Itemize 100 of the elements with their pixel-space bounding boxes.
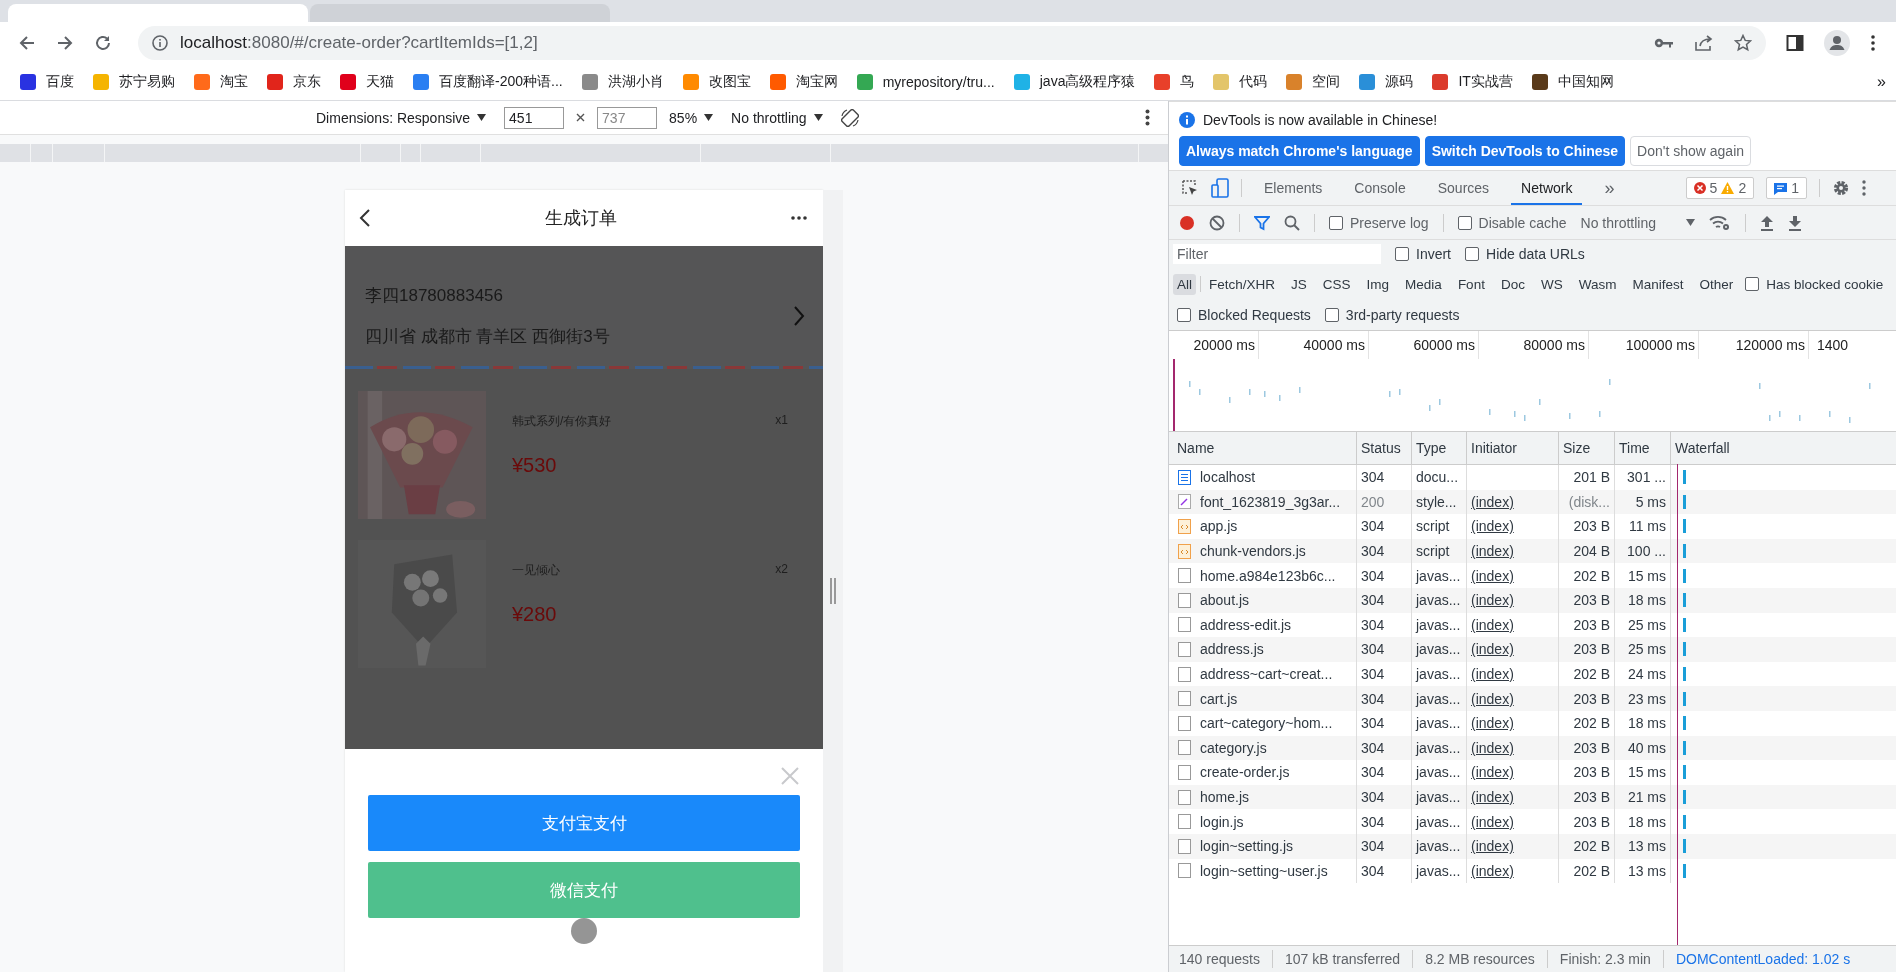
zoom-dropdown[interactable]: 85% (669, 109, 714, 126)
throttling-dropdown[interactable]: No throttling (1580, 214, 1695, 231)
initiator-link[interactable]: (index) (1471, 592, 1514, 609)
type-filter[interactable]: Manifest (1628, 273, 1688, 295)
type-filter[interactable]: Wasm (1574, 273, 1621, 295)
initiator-link[interactable]: (index) (1471, 641, 1514, 658)
bookmark[interactable]: 淘宝网 (769, 73, 838, 91)
checkbox[interactable]: Blocked Requests (1177, 307, 1311, 323)
file-name[interactable]: category.js (1200, 739, 1267, 756)
resize-handle-icon[interactable] (830, 578, 836, 604)
column-header[interactable]: Time (1615, 432, 1671, 464)
messages-counter[interactable]: 1 (1766, 177, 1807, 199)
checkbox[interactable]: Preserve log (1329, 214, 1429, 231)
type-filter[interactable]: All (1173, 273, 1196, 295)
initiator-link[interactable]: (index) (1471, 567, 1514, 584)
file-name[interactable]: login~setting.js (1200, 838, 1293, 855)
more-bookmarks-button[interactable]: » (1877, 73, 1886, 91)
type-filter[interactable]: Other (1695, 273, 1738, 295)
initiator-link[interactable]: (index) (1471, 764, 1514, 781)
forward-icon[interactable] (56, 34, 74, 52)
filter-field[interactable]: Filter (1173, 244, 1381, 264)
initiator-link[interactable]: (index) (1471, 666, 1514, 683)
type-filter[interactable]: Img (1362, 273, 1394, 295)
menu-icon[interactable] (1870, 34, 1876, 52)
bookmark[interactable]: 空间 (1286, 73, 1341, 91)
key-icon[interactable] (1654, 36, 1674, 50)
checkbox[interactable]: Invert (1395, 246, 1451, 262)
reload-icon[interactable] (94, 34, 112, 52)
column-header[interactable]: Initiator (1467, 432, 1559, 464)
initiator-link[interactable]: (index) (1471, 813, 1514, 830)
file-name[interactable]: font_1623819_3g3ar... (1200, 493, 1341, 510)
bookmark[interactable]: 天猫 (340, 73, 394, 91)
settings-icon[interactable] (1832, 179, 1850, 197)
panel-tab[interactable]: Console (1344, 171, 1416, 205)
bookmark[interactable]: 洪湖小肖 (581, 73, 664, 91)
bookmark[interactable]: 代码 (1213, 73, 1268, 91)
width-field[interactable]: 451 (504, 106, 565, 129)
pay-button[interactable]: 支付宝支付 (368, 795, 800, 851)
panel-tab[interactable]: Sources (1427, 171, 1500, 205)
more-tabs-button[interactable]: » (1594, 171, 1625, 205)
banner-button[interactable]: Always match Chrome's language (1179, 136, 1420, 166)
checkbox[interactable]: Hide data URLs (1465, 246, 1585, 262)
file-name[interactable]: cart~category~hom... (1200, 715, 1333, 732)
column-header[interactable]: Size (1559, 432, 1615, 464)
issues-counter[interactable]: 5 2 (1685, 177, 1755, 199)
initiator-link[interactable]: (index) (1471, 616, 1514, 633)
type-filter[interactable]: Fetch/XHR (1205, 273, 1280, 295)
download-icon[interactable] (1788, 214, 1802, 231)
type-filter[interactable]: Font (1453, 273, 1489, 295)
filter-icon[interactable] (1254, 214, 1270, 231)
banner-button[interactable]: Switch DevTools to Chinese (1424, 136, 1626, 166)
height-field[interactable]: 737 (597, 106, 658, 129)
column-header[interactable]: Waterfall (1671, 432, 1896, 464)
file-name[interactable]: create-order.js (1200, 764, 1290, 781)
initiator-link[interactable]: (index) (1471, 493, 1514, 510)
inspect-icon[interactable] (1181, 179, 1199, 197)
file-name[interactable]: cart.js (1200, 690, 1238, 707)
dimensions-dropdown[interactable]: Dimensions: Responsive (316, 109, 487, 126)
initiator-link[interactable]: (index) (1471, 739, 1514, 756)
file-name[interactable]: address.js (1200, 641, 1264, 658)
more-icon[interactable] (791, 216, 807, 220)
bookmark[interactable]: 淘宝 (194, 73, 248, 91)
file-name[interactable]: app.js (1200, 518, 1238, 535)
initiator-link[interactable]: (index) (1471, 789, 1514, 805)
column-header[interactable]: Type (1412, 432, 1467, 464)
initiator-link[interactable]: (index) (1471, 715, 1514, 732)
bookmark[interactable]: java高级程序猿 (1013, 73, 1136, 91)
type-filter[interactable]: Doc (1496, 273, 1529, 295)
type-filter[interactable]: WS (1536, 273, 1567, 295)
column-header[interactable]: Name (1169, 432, 1357, 464)
more-options-icon[interactable] (1145, 109, 1150, 126)
type-filter[interactable]: Media (1401, 273, 1446, 295)
network-conditions-icon[interactable] (1709, 214, 1731, 231)
initiator-link[interactable]: (index) (1471, 543, 1514, 560)
bookmark[interactable]: 京东 (267, 73, 321, 91)
file-name[interactable]: home.a984e123b6c... (1200, 567, 1336, 584)
rotate-icon[interactable] (840, 108, 859, 127)
initiator-link[interactable]: (index) (1471, 690, 1514, 707)
checkbox[interactable]: Has blocked cookie (1745, 276, 1884, 292)
file-name[interactable]: login.js (1200, 813, 1244, 830)
type-filter[interactable]: CSS (1318, 273, 1355, 295)
column-header[interactable]: Status (1357, 432, 1412, 464)
share-icon[interactable] (1694, 34, 1714, 52)
bookmark[interactable]: 百度 (20, 73, 74, 91)
checkbox[interactable]: Disable cache (1457, 214, 1567, 231)
initiator-link[interactable]: (index) (1471, 838, 1514, 855)
side-panel-icon[interactable] (1786, 34, 1804, 52)
address-field[interactable]: localhost:8080/#/create-order?cartItemIds=[1,2] (138, 26, 1766, 60)
bookmark[interactable]: 中国知网 (1531, 73, 1614, 91)
file-name[interactable]: login~setting~user.js (1200, 862, 1328, 879)
checkbox[interactable]: 3rd-party requests (1324, 307, 1460, 323)
bookmark[interactable]: 苏宁易购 (93, 73, 175, 91)
type-filter[interactable]: JS (1287, 273, 1311, 295)
star-icon[interactable] (1734, 34, 1752, 52)
record-icon[interactable] (1179, 214, 1195, 231)
upload-icon[interactable] (1760, 214, 1774, 231)
bookmark[interactable]: IT实战营 (1432, 73, 1513, 91)
device-toolbar-icon[interactable] (1211, 178, 1229, 198)
file-name[interactable]: about.js (1200, 592, 1250, 609)
file-name[interactable]: address~cart~creat... (1200, 666, 1333, 683)
